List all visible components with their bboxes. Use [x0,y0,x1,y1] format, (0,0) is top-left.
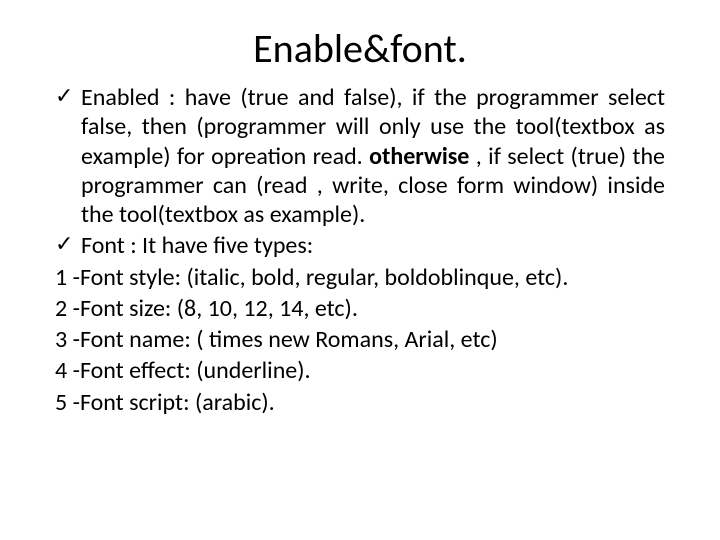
line-font-style: 1 -Font style: (italic, bold, regular, b… [55,263,665,292]
enabled-label: Enabled [81,83,160,112]
line-font-script: 5 -Font script: (arabic). [55,388,665,417]
font-label: Font [81,231,125,260]
enabled-otherwise: otherwise [369,142,469,171]
bullet-enabled: Enabled : have (true and false), if the … [55,83,665,229]
slide-title: Enable&font. [55,24,665,73]
slide-body: Enabled : have (true and false), if the … [55,83,665,417]
line-font-name: 3 -Font name: ( times new Romans, Arial,… [55,325,665,354]
slide: Enable&font. Enabled : have (true and fa… [0,0,720,540]
line-font-effect: 4 -Font effect: (underline). [55,356,665,385]
line-font-size: 2 -Font size: (8, 10, 12, 14, etc). [55,294,665,323]
font-text: : It have five types: [125,231,313,260]
bullet-font: Font : It have five types: [55,231,665,260]
